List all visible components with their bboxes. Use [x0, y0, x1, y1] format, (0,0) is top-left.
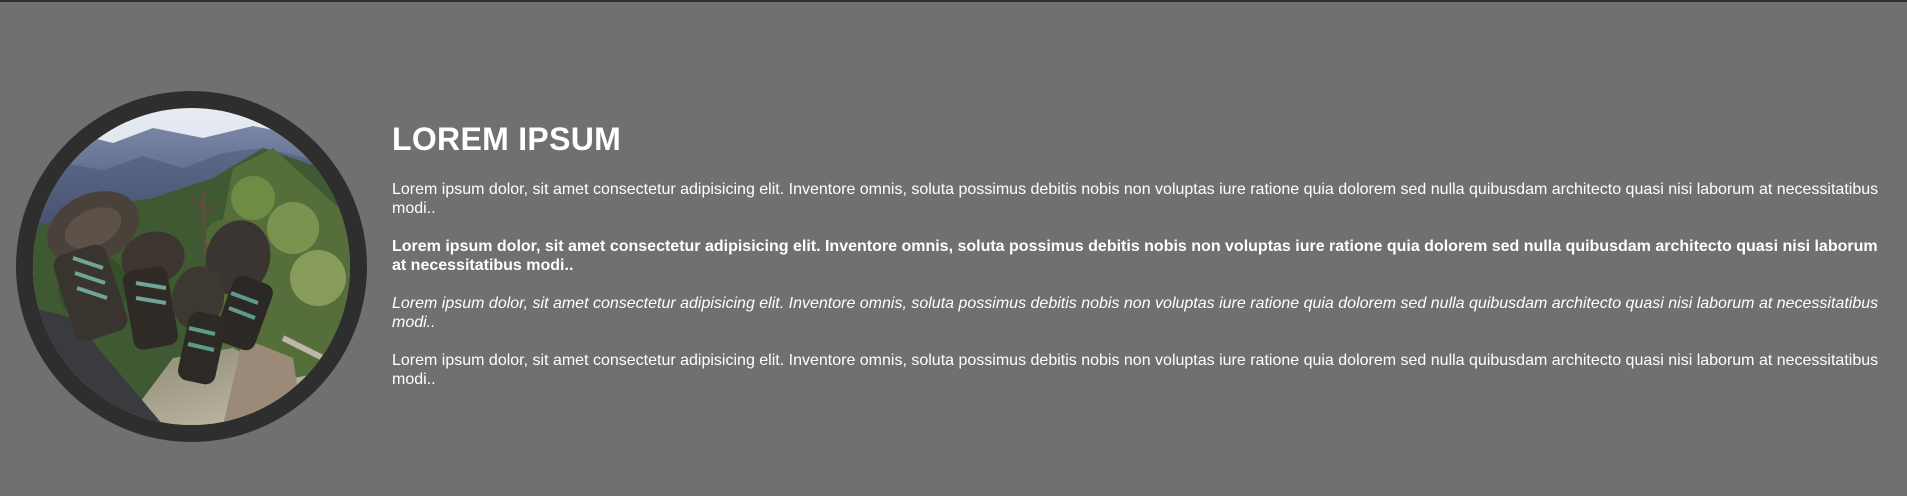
hiking-boots-photo [33, 108, 350, 425]
paragraph-regular: Lorem ipsum dolor, sit amet consectetur … [392, 181, 1879, 217]
profile-photo-frame [16, 91, 367, 442]
hero-content: LOREM IPSUM Lorem ipsum dolor, sit amet … [392, 120, 1882, 408]
paragraph-italic: Lorem ipsum dolor, sit amet consectetur … [392, 295, 1879, 331]
paragraph-bold: Lorem ipsum dolor, sit amet consectetur … [392, 238, 1878, 274]
page-title: LOREM IPSUM [392, 121, 622, 157]
page: LOREM IPSUM Lorem ipsum dolor, sit amet … [0, 0, 1907, 496]
paragraph-regular-2: Lorem ipsum dolor, sit amet consectetur … [392, 352, 1879, 388]
